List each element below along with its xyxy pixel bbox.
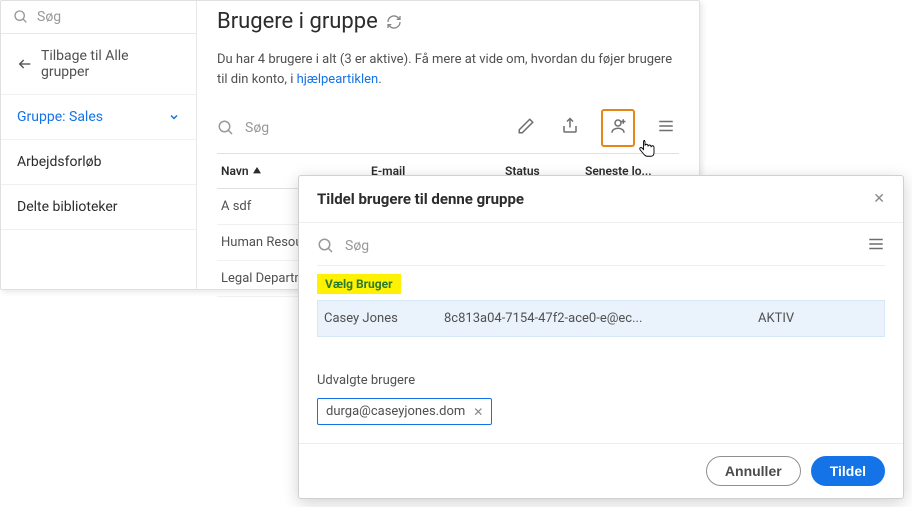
assign-users-modal: Tildel brugere til denne gruppe ✕ Søg Væ… bbox=[298, 175, 904, 499]
page-description: Du har 4 brugere i alt (3 er aktive). Få… bbox=[217, 50, 679, 89]
desc-prefix: Du har 4 brugere i alt (3 er aktive). Få… bbox=[217, 52, 672, 87]
selected-users-label: Udvalgte brugere bbox=[317, 373, 885, 388]
selected-user-chip: durga@caseyjones.dom ✕ bbox=[317, 398, 492, 425]
back-label: Tilbage til Alle grupper bbox=[41, 48, 180, 80]
sidebar-group-sales[interactable]: Gruppe: Sales bbox=[1, 95, 196, 140]
sidebar-search-placeholder: Søg bbox=[37, 9, 61, 25]
th-name-label: Navn bbox=[221, 164, 249, 178]
menu-button[interactable] bbox=[653, 113, 679, 143]
modal-search[interactable]: Søg bbox=[317, 237, 857, 255]
toolbar-search-placeholder: Søg bbox=[245, 120, 269, 136]
add-users-button[interactable] bbox=[601, 109, 635, 147]
select-user-label: Vælg Bruger bbox=[317, 274, 401, 294]
assign-button[interactable]: Tildel bbox=[811, 456, 885, 486]
hamburger-icon bbox=[657, 117, 675, 135]
share-icon bbox=[561, 117, 579, 135]
pencil-icon bbox=[517, 117, 535, 135]
sidebar: Søg Tilbage til Alle grupper Gruppe: Sal… bbox=[1, 1, 197, 289]
sort-asc-icon bbox=[253, 167, 261, 175]
chevron-down-icon bbox=[168, 111, 180, 123]
page-title-text: Brugere i gruppe bbox=[217, 9, 378, 34]
modal-footer: Annuller Tildel bbox=[299, 443, 903, 498]
user-row[interactable]: Casey Jones 8c813a04-7154-47f2-ace0-e@ec… bbox=[317, 300, 885, 337]
add-user-icon bbox=[609, 117, 627, 135]
group-label: Gruppe: Sales bbox=[17, 109, 103, 125]
modal-header: Tildel brugere til denne gruppe ✕ bbox=[299, 176, 903, 223]
share-button[interactable] bbox=[557, 113, 583, 143]
help-link[interactable]: hjælpeartiklen bbox=[297, 72, 379, 87]
cancel-button[interactable]: Annuller bbox=[706, 456, 801, 486]
user-email: 8c813a04-7154-47f2-ace0-e@ec... bbox=[444, 311, 758, 326]
refresh-icon[interactable] bbox=[386, 14, 402, 30]
modal-search-row: Søg bbox=[317, 235, 885, 266]
sidebar-search[interactable]: Søg bbox=[1, 1, 196, 34]
arrow-left-icon bbox=[17, 56, 33, 72]
toolbar-actions bbox=[513, 109, 679, 147]
hamburger-icon bbox=[867, 235, 885, 253]
search-icon bbox=[13, 9, 29, 25]
toolbar: Søg bbox=[217, 103, 679, 154]
sidebar-item-shared-libraries[interactable]: Delte biblioteker bbox=[1, 185, 196, 230]
search-icon bbox=[317, 237, 335, 255]
chip-remove[interactable]: ✕ bbox=[473, 405, 483, 419]
search-icon bbox=[217, 119, 235, 137]
chip-text: durga@caseyjones.dom bbox=[326, 404, 465, 419]
modal-title: Tildel brugere til denne gruppe bbox=[317, 190, 524, 208]
edit-button[interactable] bbox=[513, 113, 539, 143]
page-title: Brugere i gruppe bbox=[217, 9, 679, 34]
back-to-groups[interactable]: Tilbage til Alle grupper bbox=[1, 34, 196, 95]
sidebar-item-workflows[interactable]: Arbejdsforløb bbox=[1, 140, 196, 185]
sidebar-item-label: Arbejdsforløb bbox=[17, 154, 101, 170]
modal-search-placeholder: Søg bbox=[345, 238, 369, 254]
sidebar-item-label: Delte biblioteker bbox=[17, 199, 118, 215]
close-button[interactable]: ✕ bbox=[873, 191, 885, 207]
modal-body: Søg Vælg Bruger Casey Jones 8c813a04-715… bbox=[299, 223, 903, 443]
desc-suffix: . bbox=[378, 72, 381, 87]
user-status: AKTIV bbox=[758, 311, 878, 326]
user-name: Casey Jones bbox=[324, 311, 444, 326]
toolbar-search[interactable]: Søg bbox=[217, 119, 513, 137]
modal-menu-button[interactable] bbox=[867, 235, 885, 257]
